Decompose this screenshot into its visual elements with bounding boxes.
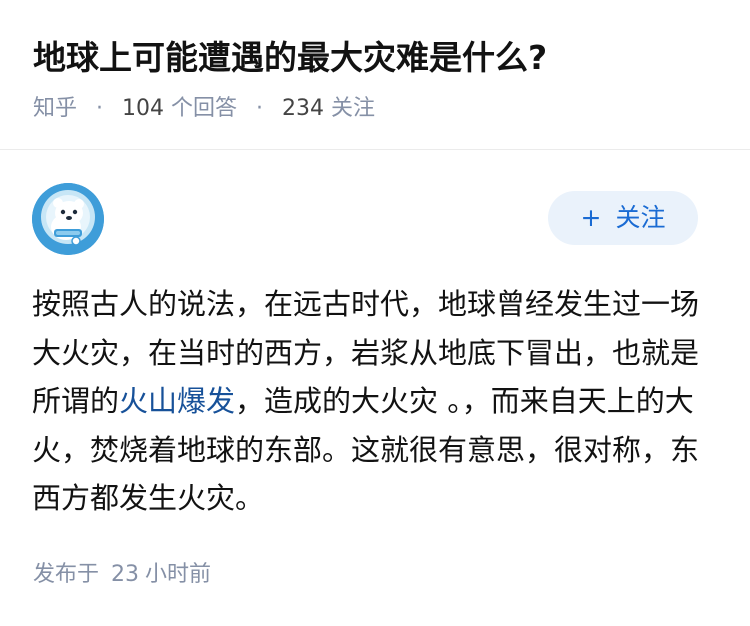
plus-icon: + <box>580 203 602 232</box>
answer-body: 按照古人的说法，在远古时代，地球曾经发生过一场大火灾，在当时的西方，岩浆从地底下… <box>32 280 712 523</box>
question-title[interactable]: 地球上可能遭遇的最大灾难是什么? <box>33 34 547 82</box>
published-value: 23 <box>111 562 140 587</box>
follow-button[interactable]: + 关注 <box>548 191 698 245</box>
meta-separator: · <box>96 96 104 121</box>
volcano-eruption-link[interactable]: 火山爆发 <box>119 384 235 418</box>
author-name[interactable] <box>120 203 176 233</box>
polar-bear-astronaut-icon <box>32 183 104 255</box>
published-suffix: 小时前 <box>145 562 212 587</box>
meta-separator: · <box>256 96 264 121</box>
avatar[interactable] <box>32 183 104 255</box>
question-header: 地球上可能遭遇的最大灾难是什么? 知乎 · 104 个回答 · 234 关注 <box>0 0 750 150</box>
follower-count: 234 <box>282 96 325 121</box>
answer-count-label: 个回答 <box>171 96 238 121</box>
follower-label: 关注 <box>331 96 376 121</box>
published-time: 发布于 23 小时前 <box>33 560 211 590</box>
follow-button-label: 关注 <box>615 203 666 232</box>
author-row: + 关注 <box>32 183 700 255</box>
answer-count: 104 <box>122 96 165 121</box>
published-prefix: 发布于 <box>33 562 100 587</box>
question-meta: 知乎 · 104 个回答 · 234 关注 <box>33 92 375 126</box>
source-label: 知乎 <box>33 96 78 121</box>
